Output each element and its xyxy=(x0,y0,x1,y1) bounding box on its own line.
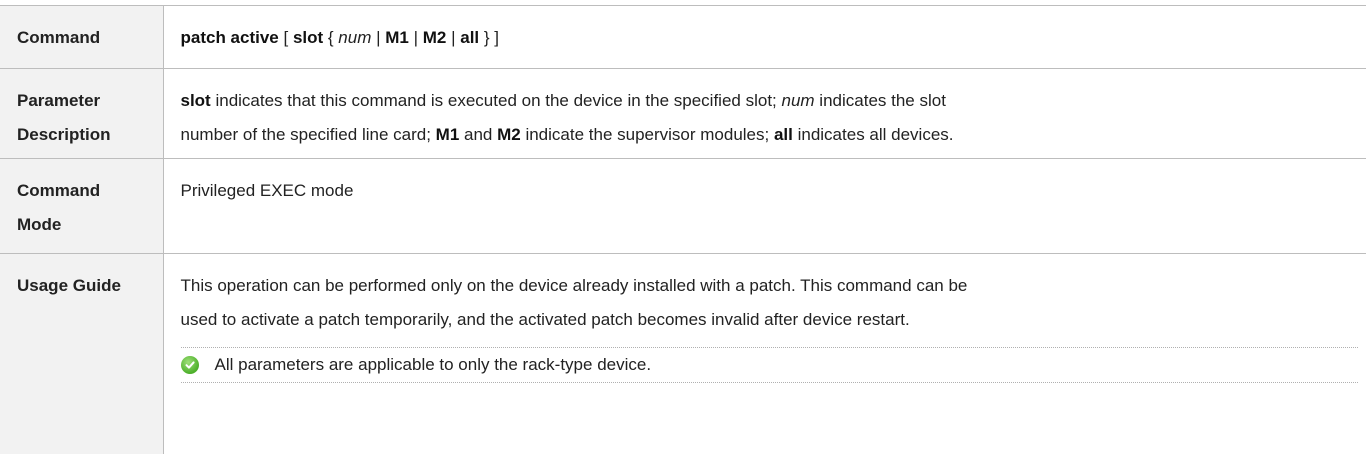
usage-line-2: used to activate a patch temporarily, an… xyxy=(180,310,910,329)
parameter-line-2: number of the specified line card; M1 an… xyxy=(180,125,954,144)
parameter-line-1: slot indicates that this command is exec… xyxy=(180,91,946,110)
row-label-usage-guide: Usage Guide xyxy=(0,253,164,454)
command-reference-table: Command patch active [ slot { num | M1 |… xyxy=(0,5,1366,454)
row-label-command: Command xyxy=(0,5,164,69)
command-syntax: patch active [ slot { num | M1 | M2 | al… xyxy=(163,5,1366,69)
usage-note: All parameters are applicable to only th… xyxy=(180,347,1358,383)
row-label-parameter-description: Parameter Description xyxy=(0,68,164,159)
table-row-usage: Usage Guide This operation can be perfor… xyxy=(0,253,1366,454)
command-mode-value: Privileged EXEC mode xyxy=(163,158,1366,254)
usage-note-text: All parameters are applicable to only th… xyxy=(214,355,652,374)
table-row-mode: Command Mode Privileged EXEC mode xyxy=(0,158,1366,254)
check-circle-icon xyxy=(180,356,199,374)
table-row-parameter: Parameter Description slot indicates tha… xyxy=(0,68,1366,159)
usage-line-1: This operation can be performed only on … xyxy=(180,276,968,295)
table-row-command: Command patch active [ slot { num | M1 |… xyxy=(0,5,1366,69)
usage-guide-text: This operation can be performed only on … xyxy=(163,253,1366,454)
parameter-description-text: slot indicates that this command is exec… xyxy=(163,68,1366,159)
row-label-command-mode: Command Mode xyxy=(0,158,164,254)
